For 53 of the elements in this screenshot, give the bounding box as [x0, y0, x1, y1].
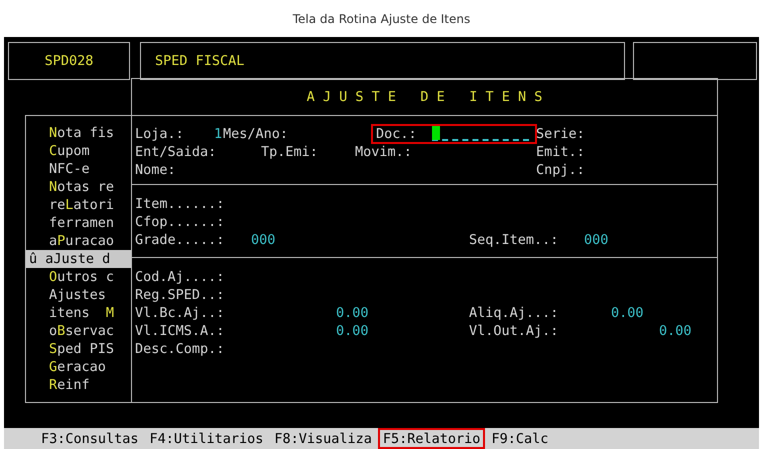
field-label: Vl.Out.Aj.: [469, 322, 560, 340]
field-label: Serie: [536, 124, 585, 143]
field-label: Doc.: [376, 124, 418, 143]
function-key-shortcut[interactable]: F8:Visualiza [269, 428, 377, 449]
field-value: 000 [251, 231, 276, 250]
menu-item[interactable]: reLatori [26, 196, 131, 214]
menu-item[interactable]: Outros c [26, 268, 131, 286]
field-label: Movim.: [355, 142, 412, 161]
function-key-shortcut[interactable]: F5:Relatorio [378, 428, 486, 449]
field-label: Aliq.Aj...: [469, 304, 560, 322]
screen-caption: Tela da Rotina Ajuste de Itens [292, 10, 470, 28]
menu-item[interactable]: itens M [26, 304, 131, 322]
function-key-shortcut[interactable]: F4:Utilitarios [144, 428, 268, 449]
field-label: Cnpj.: [536, 160, 585, 179]
field-label: Mes/Ano: [223, 124, 288, 143]
field-value: 0.00 [611, 304, 644, 322]
system-title: SPED FISCAL [155, 52, 244, 70]
field-label: Cfop......: [135, 213, 224, 232]
function-key-shortcut[interactable]: F9:Calc [486, 428, 554, 449]
field-label: Vl.Bc.Aj..: [135, 304, 226, 322]
program-code: SPD028 [44, 52, 94, 70]
field-label: Grade.....: [135, 231, 226, 250]
field-value: 0.00 [336, 322, 369, 340]
field-label: Cod.Aj....: [135, 268, 224, 286]
menu-item[interactable]: aPuracao [26, 232, 131, 250]
field-label: Emit.: [536, 142, 585, 161]
menu-item[interactable]: Nota fis [26, 124, 131, 142]
menu-item[interactable]: Reinf [26, 376, 131, 394]
field-label: Item......: [135, 195, 224, 214]
field-value: 0.00 [659, 322, 692, 340]
menu-item[interactable]: û aJuste d [26, 250, 131, 268]
field-value: 0.00 [336, 304, 369, 322]
field-label: Loja.: [135, 124, 185, 143]
input-field[interactable] [432, 126, 529, 141]
menu-item[interactable]: Ajustes [26, 286, 131, 304]
field-value: 000 [584, 231, 608, 250]
menu-item[interactable]: Notas re [26, 178, 131, 196]
field-label: Desc.Comp.: [135, 340, 224, 358]
field-label: Ent/Saida: [135, 142, 216, 161]
function-key-shortcut[interactable]: F3:Consultas [36, 428, 144, 449]
panel-title: A J U S T E D E I T E N S [306, 88, 542, 106]
menu-item[interactable]: Sped PIS [26, 340, 131, 358]
field-label: Seq.Item..: [469, 231, 560, 250]
menu-item[interactable]: oBservac [26, 322, 131, 340]
field-value: 1 [214, 124, 222, 143]
field-label: Tp.Emi: [261, 142, 318, 161]
field-label: Reg.SPED..: [135, 286, 224, 304]
menu-item[interactable]: NFC-e [26, 160, 131, 178]
field-label: Nome: [135, 160, 176, 179]
menu-item[interactable]: ferramen [26, 214, 131, 232]
menu-item[interactable]: Cupom [26, 142, 131, 160]
field-label: Vl.ICMS.A.: [135, 322, 226, 340]
menu-item[interactable]: Geracao [26, 358, 131, 376]
